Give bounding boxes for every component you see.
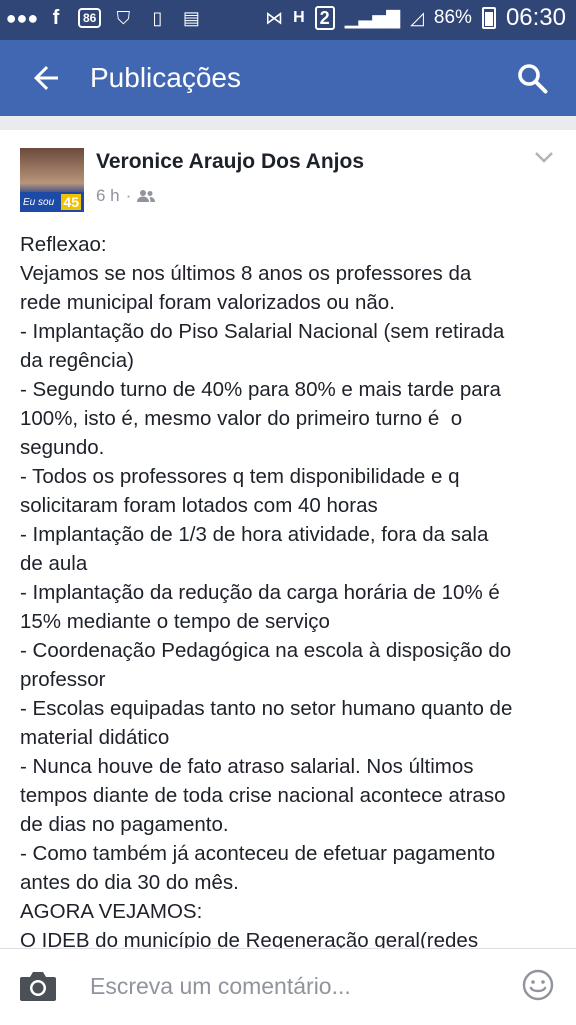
post-text-line: de dias no pagamento. [20, 813, 229, 836]
battery-icon [481, 7, 496, 29]
post-text-line: 15% mediante o tempo de serviço [20, 610, 330, 633]
smiley-icon[interactable] [522, 969, 554, 1001]
post-text-line: - Coordenação Pedagógica na escola à dis… [20, 639, 512, 662]
shield-icon: ⛉ [116, 7, 131, 28]
avatar[interactable]: Eu sou 45 [20, 148, 84, 212]
comment-input[interactable]: Escreva um comentário... [90, 969, 351, 1003]
signal2-icon: ◿ [410, 7, 424, 28]
comment-composer: Escreva um comentário... [0, 948, 576, 1025]
post-card: Eu sou 45 Veronice Araujo Dos Anjos 6 h … [0, 130, 576, 948]
post-text-line: solicitaram foram lotados com 40 horas [20, 494, 378, 517]
page-title: Publicações [90, 62, 241, 93]
search-icon[interactable] [514, 60, 550, 96]
messenger-icon: ●●● [5, 7, 39, 28]
post-text-line: 100%, isto é, mesmo valor do primeiro tu… [20, 407, 463, 430]
battery-percent: 86% [433, 7, 472, 28]
post-text-line: rede municipal foram valorizados ou não. [20, 291, 395, 314]
post-text-line: de aula [20, 552, 88, 575]
camera-icon[interactable] [18, 969, 58, 1003]
post-text-line: - Todos os professores q tem disponibili… [20, 465, 460, 488]
post-meta: 6 h · [96, 186, 156, 206]
post-text-line: AGORA VEJAMOS: [20, 900, 203, 923]
clipboard-icon: ▤ [182, 7, 200, 28]
post-text-line: professor [20, 668, 106, 691]
post-body: Reflexao: Vejamos se nos últimos 8 anos o… [20, 230, 560, 948]
back-arrow-icon[interactable] [28, 60, 64, 96]
post-text-line: O IDEB do município de Regeneração geral… [20, 929, 479, 948]
post-text-line: da regência) [20, 349, 134, 372]
post-text-line: - Implantação de 1/3 de hora atividade, … [20, 523, 489, 546]
meta-separator: · [125, 186, 132, 205]
feed-divider [0, 116, 576, 130]
post-text-line: - Nunca houve de fato atraso salarial. N… [20, 755, 474, 778]
avatar-badge: Eu sou 45 [20, 192, 84, 212]
post-text-line: segundo. [20, 436, 105, 459]
friends-audience-icon[interactable] [137, 189, 156, 203]
post-text-line: Vejamos se nos últimos 8 anos os profess… [20, 262, 472, 285]
post-text-line: - Como também já aconteceu de efetuar pa… [20, 842, 496, 865]
facebook-icon: f [52, 6, 60, 29]
keyboard-86-icon: 86 [78, 8, 102, 28]
chevron-down-icon[interactable] [534, 150, 554, 164]
clock: 06:30 [505, 4, 566, 31]
post-text-line: antes do dia 30 do mês. [20, 871, 239, 894]
post-text-line: - Implantação do Piso Salarial Nacional … [20, 320, 505, 343]
post-text-line: Reflexao: [20, 233, 107, 256]
post-text-line: - Implantação da redução da carga horári… [20, 581, 500, 604]
status-bar: ●●● f 86 ⛉ ▯ ▤ ⋈ H 2 ▁▃▅▇ ◿ 86% 06:30 [0, 0, 576, 40]
post-text-line: - Escolas equipadas tanto no setor human… [20, 697, 513, 720]
signal-icon: ▁▃▅▇ [344, 7, 401, 28]
post-text-line: tempos diante de toda crise nacional aco… [20, 784, 506, 807]
sim-icon: ▯ [152, 7, 163, 28]
sim2-icon: 2 [314, 6, 335, 30]
post-author[interactable]: Veronice Araujo Dos Anjos [96, 150, 364, 174]
hplus-icon: H [293, 9, 305, 26]
app-bar: Publicações [0, 40, 576, 116]
post-text-line: - Segundo turno de 40% para 80% e mais t… [20, 378, 501, 401]
post-time[interactable]: 6 h [96, 186, 120, 206]
nfc-icon: ⋈ [265, 7, 284, 28]
post-text-line: material didático [20, 726, 170, 749]
